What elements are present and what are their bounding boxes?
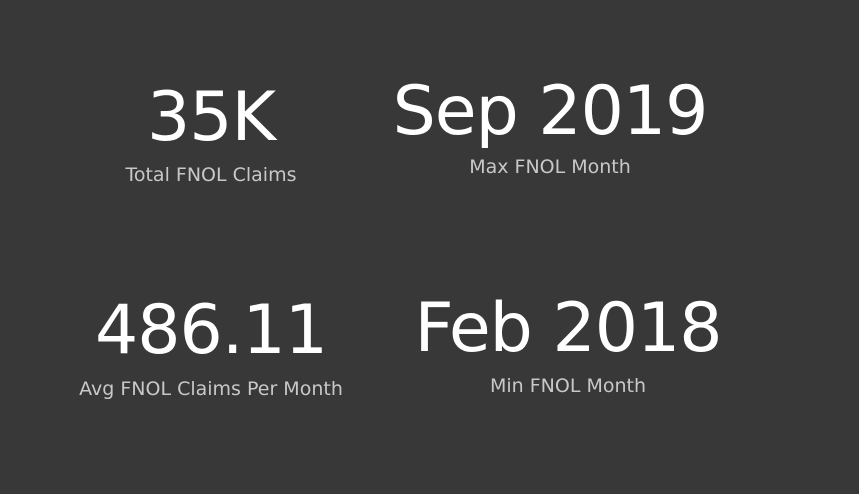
total-fnol-claims-card[interactable]: 35K Total FNOL Claims [111, 84, 311, 185]
kpi-label: Total FNOL Claims [125, 164, 297, 186]
kpi-value: Feb 2018 [414, 289, 722, 368]
report-canvas: 35K Total FNOL Claims Sep 2019 Max FNOL … [0, 0, 859, 494]
kpi-value: Sep 2019 [392, 72, 709, 151]
kpi-label: Max FNOL Month [469, 156, 631, 178]
kpi-value: 486.11 [95, 291, 328, 370]
kpi-label: Min FNOL Month [489, 375, 647, 397]
min-fnol-month-card[interactable]: Feb 2018 Min FNOL Month [388, 295, 748, 396]
max-fnol-month-card[interactable]: Sep 2019 Max FNOL Month [370, 78, 730, 177]
kpi-label: Avg FNOL Claims Per Month [79, 378, 343, 400]
kpi-value: 35K [146, 78, 276, 157]
avg-fnol-claims-card[interactable]: 486.11 Avg FNOL Claims Per Month [58, 297, 364, 399]
